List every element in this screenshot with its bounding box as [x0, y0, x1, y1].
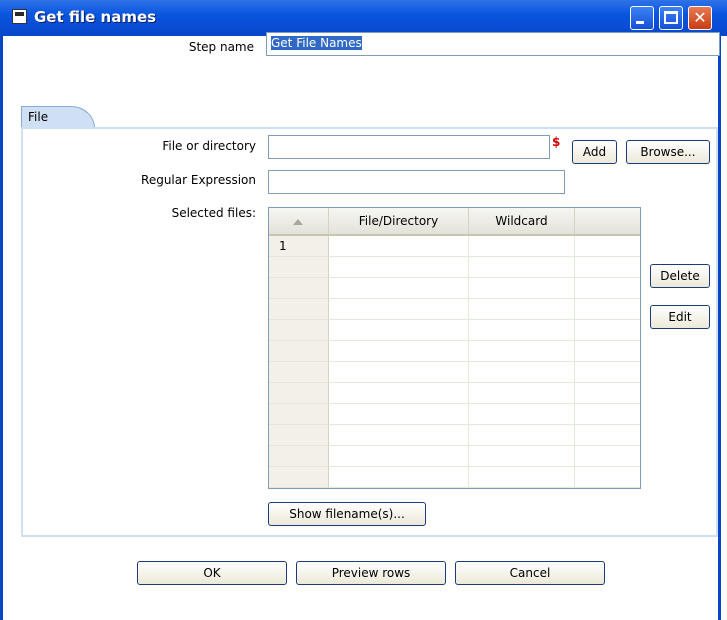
file-cell[interactable] [329, 341, 469, 362]
minimize-icon [636, 21, 644, 24]
wildcard-cell[interactable] [469, 320, 575, 341]
wildcard-cell[interactable] [469, 425, 575, 446]
empty-cell [575, 404, 640, 425]
wildcard-cell[interactable] [469, 404, 575, 425]
empty-cell [575, 320, 640, 341]
get-file-names-dialog: Get file names ✕ Step name Get File Name… [0, 0, 727, 620]
table-row[interactable] [269, 383, 640, 404]
wildcard-cell[interactable] [469, 299, 575, 320]
column-header-extra [575, 208, 640, 234]
row-number-cell [269, 404, 329, 425]
row-number-cell [269, 383, 329, 404]
delete-button[interactable]: Delete [650, 264, 710, 288]
row-number-cell: 1 [269, 236, 329, 257]
empty-cell [575, 341, 640, 362]
column-header-wildcard[interactable]: Wildcard [469, 208, 575, 234]
row-number-cell [269, 278, 329, 299]
table-row[interactable] [269, 299, 640, 320]
title-bar[interactable]: Get file names ✕ [0, 0, 727, 36]
step-name-input[interactable]: Get File Names [266, 32, 720, 56]
preview-rows-button[interactable]: Preview rows [296, 561, 446, 585]
step-name-label: Step name [188, 40, 254, 54]
file-cell[interactable] [329, 362, 469, 383]
row-number-cell [269, 362, 329, 383]
regular-expression-label: Regular Expression [141, 173, 256, 187]
wildcard-cell[interactable] [469, 236, 575, 257]
table-row[interactable] [269, 362, 640, 383]
table-row[interactable] [269, 467, 640, 488]
row-number-cell [269, 425, 329, 446]
wildcard-cell[interactable] [469, 467, 575, 488]
wildcard-cell[interactable] [469, 362, 575, 383]
wildcard-cell[interactable] [469, 278, 575, 299]
file-or-directory-label: File or directory [162, 139, 256, 153]
table-row[interactable] [269, 341, 640, 362]
empty-cell [575, 467, 640, 488]
sort-ascending-icon [293, 219, 303, 225]
table-row[interactable] [269, 257, 640, 278]
table-row[interactable] [269, 320, 640, 341]
file-cell[interactable] [329, 404, 469, 425]
empty-cell [575, 446, 640, 467]
empty-cell [575, 299, 640, 320]
tab-file[interactable]: File [21, 106, 95, 128]
table-row[interactable] [269, 446, 640, 467]
file-cell[interactable] [329, 278, 469, 299]
table-row[interactable] [269, 278, 640, 299]
wildcard-cell[interactable] [469, 257, 575, 278]
maximize-icon [664, 11, 678, 24]
table-row[interactable] [269, 425, 640, 446]
minimize-button[interactable] [630, 6, 654, 30]
file-cell[interactable] [329, 320, 469, 341]
close-icon: ✕ [693, 8, 707, 27]
step-name-value: Get File Names [271, 36, 362, 50]
column-header-rownum[interactable] [269, 208, 329, 234]
column-header-file-directory[interactable]: File/Directory [329, 208, 469, 234]
row-number-cell [269, 341, 329, 362]
empty-cell [575, 362, 640, 383]
add-button[interactable]: Add [572, 140, 617, 164]
close-button[interactable]: ✕ [688, 6, 712, 30]
cancel-button[interactable]: Cancel [455, 561, 605, 585]
empty-cell [575, 425, 640, 446]
browse-button[interactable]: Browse... [626, 140, 710, 164]
table-header: File/Directory Wildcard [269, 208, 640, 236]
file-cell[interactable] [329, 425, 469, 446]
table-row[interactable]: 1 [269, 236, 640, 257]
ok-button[interactable]: OK [137, 561, 287, 585]
file-or-directory-input[interactable] [268, 135, 550, 159]
row-number-cell [269, 299, 329, 320]
wildcard-cell[interactable] [469, 341, 575, 362]
file-cell[interactable] [329, 383, 469, 404]
row-number-cell [269, 257, 329, 278]
table-row[interactable] [269, 404, 640, 425]
file-cell[interactable] [329, 446, 469, 467]
file-cell[interactable] [329, 257, 469, 278]
regular-expression-input[interactable] [268, 170, 565, 194]
empty-cell [575, 278, 640, 299]
edit-button[interactable]: Edit [650, 305, 710, 329]
empty-cell [575, 257, 640, 278]
row-number-cell [269, 446, 329, 467]
row-number-cell [269, 320, 329, 341]
tab-file-label: File [28, 110, 49, 124]
selected-files-label: Selected files: [171, 206, 256, 220]
empty-cell [575, 383, 640, 404]
file-cell[interactable] [329, 236, 469, 257]
wildcard-cell[interactable] [469, 383, 575, 404]
empty-cell [575, 236, 640, 257]
row-number-cell [269, 467, 329, 488]
variable-dollar-icon: $ [552, 135, 561, 149]
show-filenames-button[interactable]: Show filename(s)... [268, 502, 426, 526]
selected-files-table[interactable]: File/Directory Wildcard 1 [268, 207, 641, 489]
maximize-button[interactable] [659, 6, 683, 30]
file-cell[interactable] [329, 299, 469, 320]
dialog-icon [12, 9, 27, 24]
wildcard-cell[interactable] [469, 446, 575, 467]
window-title: Get file names [34, 8, 157, 26]
file-cell[interactable] [329, 467, 469, 488]
